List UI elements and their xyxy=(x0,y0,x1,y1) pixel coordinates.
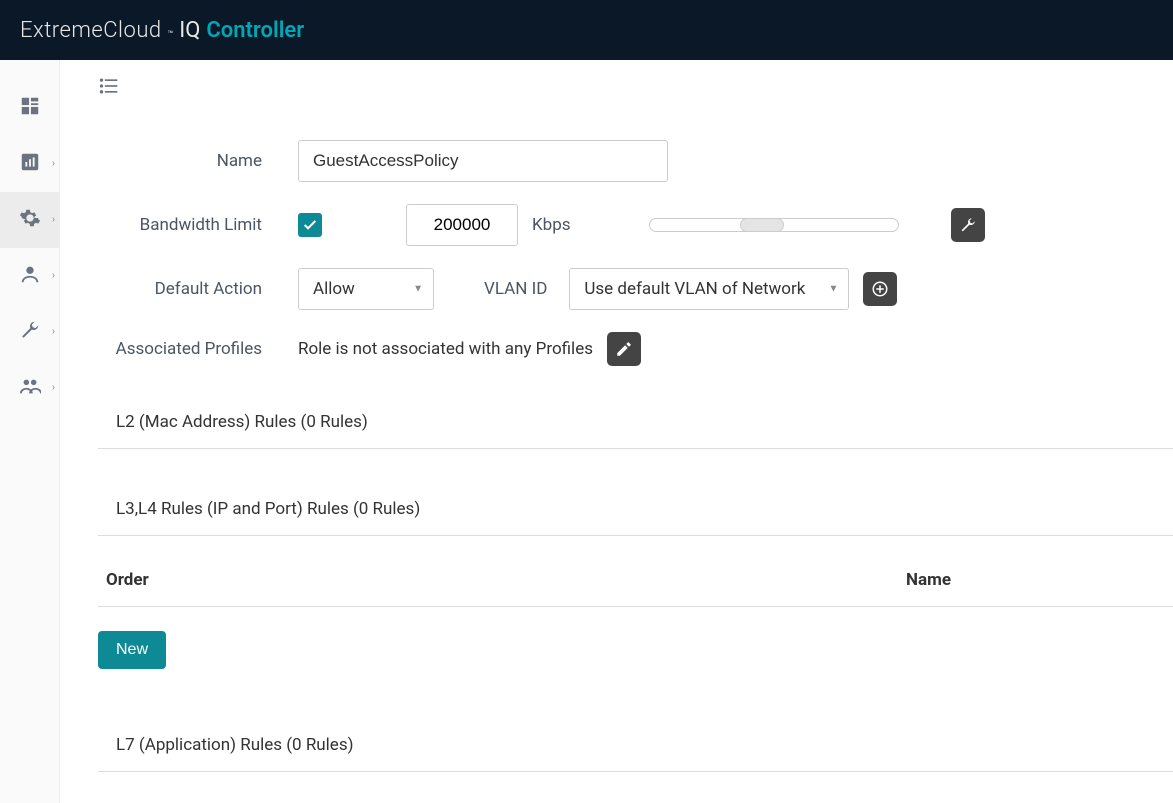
vlan-label: VLAN ID xyxy=(484,279,547,299)
bandwidth-label: Bandwidth Limit xyxy=(98,215,298,235)
edit-profiles-button[interactable] xyxy=(607,332,641,366)
chevron-right-icon: › xyxy=(52,159,55,170)
sidebar-item-admin[interactable]: › xyxy=(0,360,59,416)
assoc-profiles-text: Role is not associated with any Profiles xyxy=(298,339,593,359)
l7-rules-section[interactable]: L7 (Application) Rules (0 Rules) xyxy=(98,719,1173,772)
sidebar-item-configure[interactable]: › xyxy=(0,192,59,248)
wrench-icon xyxy=(959,216,977,234)
list-toggle-icon[interactable] xyxy=(98,81,120,100)
default-action-value: Allow xyxy=(313,279,355,299)
caret-down-icon: ▼ xyxy=(828,284,838,295)
check-icon xyxy=(302,217,318,233)
gear-icon xyxy=(19,207,41,233)
bandwidth-settings-button[interactable] xyxy=(951,208,985,242)
bandwidth-input[interactable] xyxy=(406,204,518,246)
logo-text-1: ExtremeCloud xyxy=(20,18,162,43)
l7-rules-title: L7 (Application) Rules (0 Rules) xyxy=(116,735,354,755)
chevron-right-icon: › xyxy=(52,271,55,282)
chevron-right-icon: › xyxy=(52,383,55,394)
add-vlan-button[interactable] xyxy=(863,272,897,306)
bandwidth-slider[interactable] xyxy=(649,218,899,232)
sidebar: › › › › › xyxy=(0,60,60,803)
assoc-profiles-label: Associated Profiles xyxy=(98,339,298,359)
user-icon xyxy=(19,263,41,289)
name-label: Name xyxy=(98,151,298,171)
name-input[interactable] xyxy=(298,140,668,182)
bandwidth-unit: Kbps xyxy=(532,215,571,235)
sidebar-item-dashboard[interactable] xyxy=(0,80,59,136)
new-rule-button[interactable]: New xyxy=(98,631,166,669)
col-order-header: Order xyxy=(106,570,906,590)
plus-circle-icon xyxy=(871,280,889,298)
slider-thumb[interactable] xyxy=(740,218,784,232)
app-logo: ExtremeCloud ™ IQ Controller xyxy=(20,18,304,43)
users-icon xyxy=(19,375,41,401)
vlan-value: Use default VLAN of Network xyxy=(584,279,805,299)
pencil-icon xyxy=(615,340,633,358)
default-action-select[interactable]: Allow ▼ xyxy=(298,268,434,310)
vlan-select[interactable]: Use default VLAN of Network ▼ xyxy=(569,268,849,310)
bandwidth-checkbox[interactable] xyxy=(298,213,322,237)
caret-down-icon: ▼ xyxy=(413,284,423,295)
l2-rules-section[interactable]: L2 (Mac Address) Rules (0 Rules) xyxy=(98,396,1173,449)
default-action-label: Default Action xyxy=(98,279,298,299)
chart-icon xyxy=(19,151,41,177)
l2-rules-title: L2 (Mac Address) Rules (0 Rules) xyxy=(116,412,368,432)
wrench-icon xyxy=(19,319,41,345)
dashboard-icon xyxy=(19,95,41,121)
rules-table-header: Order Name xyxy=(98,554,1173,607)
chevron-right-icon: › xyxy=(52,215,55,226)
chevron-right-icon: › xyxy=(52,327,55,338)
main-content: Name Bandwidth Limit Kbps xyxy=(60,60,1173,803)
l34-rules-title: L3,L4 Rules (IP and Port) Rules (0 Rules… xyxy=(116,499,420,519)
logo-text-3: Controller xyxy=(206,18,304,43)
logo-text-2: IQ xyxy=(179,18,200,43)
l34-rules-section[interactable]: L3,L4 Rules (IP and Port) Rules (0 Rules… xyxy=(98,483,1173,536)
sidebar-item-onboard[interactable]: › xyxy=(0,248,59,304)
sidebar-item-monitor[interactable]: › xyxy=(0,136,59,192)
app-header: ExtremeCloud ™ IQ Controller xyxy=(0,0,1173,60)
sidebar-item-tools[interactable]: › xyxy=(0,304,59,360)
col-name-header: Name xyxy=(906,570,1173,590)
logo-tm: ™ xyxy=(168,30,174,40)
